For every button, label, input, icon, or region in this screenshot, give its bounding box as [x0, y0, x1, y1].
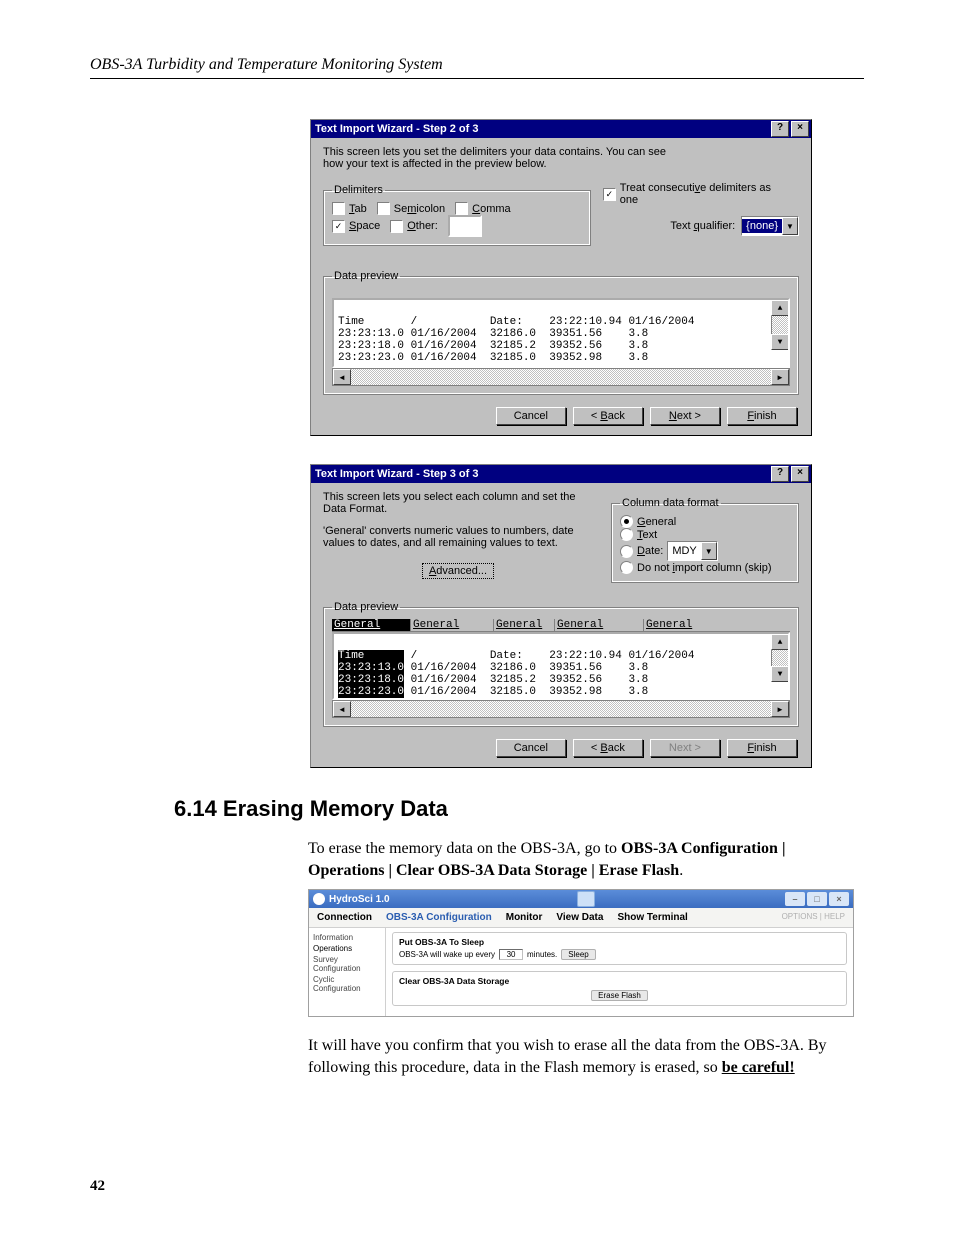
chevron-down-icon: ▼	[701, 542, 717, 560]
vertical-scrollbar[interactable]: ▲ ▼	[771, 300, 788, 350]
other-input[interactable]	[448, 215, 482, 237]
data-preview: Time / Date: 23:22:10.94 01/16/2004 23:2…	[332, 632, 790, 700]
sleep-text-a: OBS-3A will wake up every	[399, 950, 495, 959]
menu-obs3a-config[interactable]: OBS-3A Configuration	[386, 912, 492, 923]
scroll-right-icon[interactable]: ►	[771, 701, 789, 717]
cancel-button[interactable]: Cancel	[496, 407, 566, 425]
advanced-button[interactable]: Advanced...	[422, 563, 494, 579]
wizard-step2-dialog: Text Import Wizard - Step 2 of 3 ? × Thi…	[310, 119, 812, 436]
titlebar: Text Import Wizard - Step 2 of 3 ? ×	[311, 120, 811, 138]
delim-semicolon[interactable]: Semicolon	[377, 202, 445, 215]
vertical-scrollbar[interactable]: ▲ ▼	[771, 634, 788, 682]
scroll-up-icon[interactable]: ▲	[771, 634, 789, 650]
close-icon[interactable]: ×	[791, 466, 809, 482]
sleep-group: Put OBS-3A To Sleep OBS-3A will wake up …	[392, 932, 847, 965]
format-skip[interactable]: Do not import column (skip)	[620, 561, 780, 574]
data-preview-legend: Data preview	[332, 270, 400, 282]
back-button[interactable]: < Back	[573, 407, 643, 425]
sleep-minutes-input[interactable]: 30	[499, 949, 523, 960]
sidebar-operations[interactable]: Operations	[311, 943, 383, 954]
delim-space[interactable]: ✓Space	[332, 220, 380, 233]
clear-storage-label: Clear OBS-3A Data Storage	[399, 976, 840, 986]
cancel-button[interactable]: Cancel	[496, 739, 566, 757]
dialog-description: This screen lets you select each column …	[323, 491, 593, 515]
dialog-description: This screen lets you set the delimiters …	[323, 146, 683, 170]
maximize-icon[interactable]: □	[807, 892, 827, 906]
column-format-legend: Column data format	[620, 497, 721, 509]
dialog-title: Text Import Wizard - Step 2 of 3	[315, 123, 769, 135]
menu-show-terminal[interactable]: Show Terminal	[617, 912, 687, 923]
scroll-down-icon[interactable]: ▼	[771, 334, 789, 350]
scroll-down-icon[interactable]: ▼	[771, 666, 789, 682]
finish-button[interactable]: Finish	[727, 407, 797, 425]
hydrosci-menubar: Connection OBS-3A Configuration Monitor …	[309, 908, 853, 928]
delimiters-legend: Delimiters	[332, 184, 385, 196]
sidebar-cyclic-config[interactable]: Cyclic Configuration	[311, 974, 383, 994]
delim-other[interactable]: Other:	[390, 220, 438, 233]
data-preview: Time / Date: 23:22:10.94 01/16/2004 23:2…	[332, 298, 790, 368]
next-button: Next >	[650, 739, 720, 757]
delim-comma[interactable]: Comma	[455, 202, 511, 215]
menu-options-help[interactable]: OPTIONS | HELP	[782, 912, 845, 923]
hydrosci-sidebar: Information Operations Survey Configurat…	[309, 928, 386, 1016]
help-icon[interactable]: ?	[771, 466, 789, 482]
sleep-group-label: Put OBS-3A To Sleep	[399, 937, 840, 947]
back-button[interactable]: < Back	[573, 739, 643, 757]
date-format-dropdown[interactable]: MDY ▼	[667, 541, 717, 561]
data-preview-group: Data preview Time / Date: 23:22:10.94 01…	[323, 270, 799, 395]
sleep-button[interactable]: Sleep	[561, 949, 595, 960]
next-button[interactable]: Next >	[650, 407, 720, 425]
wizard-step3-dialog: Text Import Wizard - Step 3 of 3 ? × Thi…	[310, 464, 812, 768]
treat-consecutive[interactable]: ✓Treat consecutive delimiters as one	[603, 182, 789, 206]
data-preview-legend: Data preview	[332, 601, 400, 613]
body-paragraph-1: To erase the memory data on the OBS-3A, …	[308, 838, 864, 881]
format-date[interactable]: Date: MDY ▼	[620, 541, 780, 561]
page-number: 42	[90, 1178, 105, 1195]
running-header: OBS-3A Turbidity and Temperature Monitor…	[90, 56, 864, 79]
body-paragraph-2: It will have you confirm that you wish t…	[308, 1035, 864, 1078]
section-heading: 6.14 Erasing Memory Data	[174, 796, 864, 822]
horizontal-scrollbar[interactable]: ◄ ►	[332, 368, 790, 386]
format-general[interactable]: General	[620, 515, 780, 528]
close-icon[interactable]: ×	[829, 892, 849, 906]
format-text[interactable]: Text	[620, 528, 780, 541]
menu-connection[interactable]: Connection	[317, 912, 372, 923]
dialog-title: Text Import Wizard - Step 3 of 3	[315, 468, 769, 480]
hydrosci-window: HydroSci 1.0 – □ × Connection OBS-3A Con…	[308, 889, 854, 1017]
sidebar-survey-config[interactable]: Survey Configuration	[311, 954, 383, 974]
sidebar-information[interactable]: Information	[311, 932, 383, 943]
clear-storage-group: Clear OBS-3A Data Storage Erase Flash	[392, 971, 847, 1006]
help-icon[interactable]: ?	[771, 121, 789, 137]
data-preview-group: Data preview General General General Gen…	[323, 601, 799, 727]
erase-flash-button[interactable]: Erase Flash	[591, 990, 648, 1001]
app-icon	[313, 893, 325, 905]
close-icon[interactable]: ×	[791, 121, 809, 137]
text-qualifier-dropdown[interactable]: {none} ▼	[741, 216, 799, 236]
column-format-group: Column data format General Text Date: MD…	[611, 497, 799, 583]
toolbar-icon[interactable]	[577, 891, 595, 907]
sleep-text-b: minutes.	[527, 950, 557, 959]
hydrosci-titlebar: HydroSci 1.0 – □ ×	[309, 890, 853, 908]
menu-view-data[interactable]: View Data	[556, 912, 603, 923]
titlebar: Text Import Wizard - Step 3 of 3 ? ×	[311, 465, 811, 483]
column-headers: General General General General General	[332, 619, 790, 632]
horizontal-scrollbar[interactable]: ◄ ►	[332, 700, 790, 718]
scroll-right-icon[interactable]: ►	[771, 369, 789, 385]
text-qualifier-label: Text qualifier:	[670, 220, 735, 232]
delim-tab[interactable]: TTabab	[332, 202, 367, 215]
delimiters-group: Delimiters TTabab Semicolon Comma	[323, 184, 591, 246]
app-title: HydroSci 1.0	[329, 894, 390, 905]
minimize-icon[interactable]: –	[785, 892, 805, 906]
finish-button[interactable]: Finish	[727, 739, 797, 757]
menu-monitor[interactable]: Monitor	[506, 912, 543, 923]
scroll-up-icon[interactable]: ▲	[771, 300, 789, 316]
chevron-down-icon: ▼	[782, 217, 798, 235]
dialog-description-2: 'General' converts numeric values to num…	[323, 525, 593, 549]
scroll-left-icon[interactable]: ◄	[333, 369, 351, 385]
scroll-left-icon[interactable]: ◄	[333, 701, 351, 717]
